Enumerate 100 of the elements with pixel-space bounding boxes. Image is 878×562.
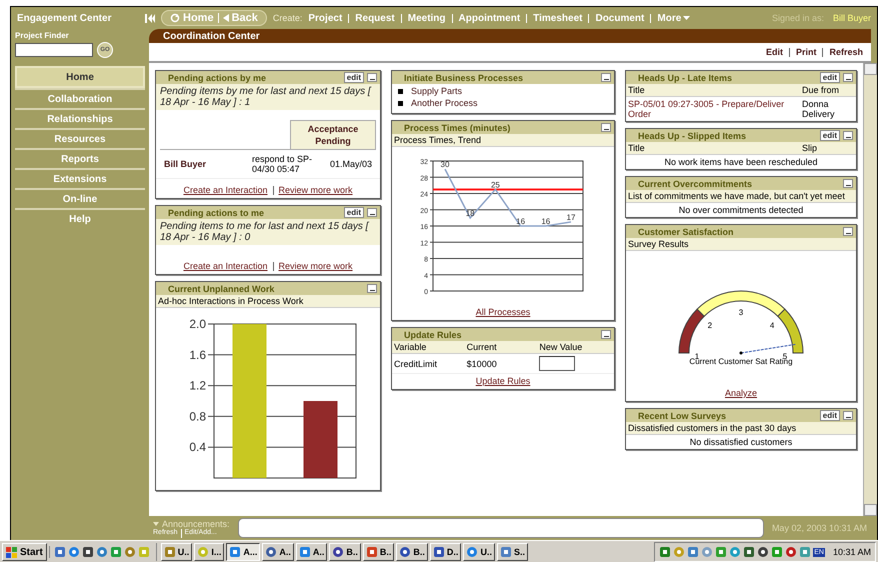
link[interactable]: Analyze (724, 388, 758, 398)
quick-launch-icon (124, 546, 136, 558)
window-icon (399, 546, 412, 558)
link[interactable]: Create an Interaction (183, 185, 268, 195)
link[interactable]: Review more work (278, 185, 353, 195)
edit-button[interactable]: edit (344, 72, 364, 83)
gauge-label: 2 (708, 320, 712, 330)
nav-item[interactable]: Home (15, 66, 145, 88)
taskbar-button[interactable]: A.. (296, 543, 328, 561)
taskbar-button[interactable]: B.. (329, 543, 361, 561)
taskbar-button[interactable]: A.. (262, 543, 294, 561)
toolbar-link[interactable]: Refresh (829, 47, 863, 57)
minimize-button[interactable] (601, 73, 611, 82)
back-arrow-icon (222, 14, 229, 22)
panel-title: Heads Up - Late Items (638, 72, 734, 82)
minimize-button[interactable] (367, 73, 377, 82)
taskbar-button[interactable]: D.. (430, 543, 462, 561)
minimize-button[interactable] (601, 123, 611, 132)
link[interactable]: Create an Interaction (183, 261, 268, 271)
taskbar-button[interactable]: I... (194, 543, 224, 561)
window-icon (432, 546, 445, 558)
window-icon (466, 546, 478, 558)
taskbar-button[interactable]: B.. (396, 543, 428, 561)
data-label: 30 (440, 160, 450, 170)
value-input[interactable] (539, 356, 576, 371)
column-header: Slip (802, 143, 818, 153)
empty-message: No over commitments detected (678, 204, 804, 217)
quick-launch-icon (68, 546, 80, 558)
window-icon (298, 546, 311, 558)
taskbar-button[interactable]: S.. (496, 543, 528, 561)
table-cell-text: $10000 (466, 358, 498, 368)
panel-title: Process Times (minutes) (404, 122, 512, 132)
window-icon (366, 546, 378, 558)
status-icon (729, 546, 742, 558)
toolbar-link[interactable]: Print (796, 47, 816, 57)
summary-text: Pending items to me for last and next 15 days [ 18 Apr - 16 May ] : 0 (156, 219, 380, 245)
taskbar-button[interactable]: A... (226, 543, 260, 561)
quick-launch-icon (138, 546, 150, 558)
edit-button[interactable]: edit (820, 410, 840, 421)
page-title: Coordination Center (163, 30, 260, 42)
taskbar-button[interactable]: B.. (362, 543, 394, 561)
edit-button[interactable]: edit (820, 72, 840, 83)
create-label: Create: (272, 13, 302, 23)
column-header: New Value (539, 342, 584, 352)
status-icon (673, 546, 686, 558)
window-icon (500, 546, 512, 558)
needle-pivot (740, 352, 742, 354)
panel-subtitle: Survey Results (626, 238, 856, 251)
quick-launch-icon (54, 546, 66, 558)
data-label: 16 (541, 217, 550, 226)
minimize-button[interactable] (843, 411, 853, 420)
edit-button[interactable]: edit (344, 207, 364, 218)
project-finder-field[interactable] (15, 43, 93, 57)
panel-title: Current Overcommitments (638, 178, 754, 188)
taskbar-button[interactable]: U.. (463, 543, 495, 561)
toolbar-link[interactable]: Edit (766, 47, 783, 57)
start-button[interactable]: Start (2, 543, 47, 561)
column-header: Due from (802, 85, 840, 95)
window-icon (164, 546, 176, 558)
collapse-icon[interactable] (145, 14, 155, 22)
panel-title: Customer Satisfaction (638, 226, 735, 236)
column-header: Variable (394, 342, 428, 352)
taskbar-button[interactable]: U.. (160, 543, 192, 561)
quick-launch-icon (82, 546, 94, 558)
minimize-button[interactable] (367, 208, 377, 217)
table-cell: 01.May/03 (330, 159, 372, 169)
announcement-field[interactable] (238, 518, 764, 538)
window-icon (332, 546, 344, 558)
table-cell-text: Bill Buyer (164, 159, 208, 169)
panel-title: Update Rules (404, 330, 463, 340)
windows-logo-icon (6, 546, 18, 558)
axis-label: 0.4 (189, 440, 206, 454)
panel-subtitle: Process Times, Trend (392, 134, 614, 147)
minimize-button[interactable] (601, 330, 611, 339)
minimize-button[interactable] (843, 73, 853, 82)
data-label: 16 (516, 217, 526, 226)
link[interactable]: Update Rules (476, 376, 530, 386)
minimize-button[interactable] (843, 179, 853, 188)
column-header: Acceptance Pending (290, 120, 376, 149)
link[interactable]: Review more work (278, 261, 353, 271)
scrollbar[interactable] (863, 63, 877, 516)
panel-subtitle: List of commitments we have made, but can't yet meet (626, 190, 856, 203)
status-icon (799, 546, 812, 558)
data-label: 17 (566, 212, 576, 222)
process-link[interactable]: Another Process (411, 98, 478, 109)
status-icon (785, 546, 798, 558)
minimize-button[interactable] (843, 227, 853, 236)
timestamp: May 02, 2003 10:31 AM (772, 523, 867, 533)
column-header: Title (628, 85, 646, 95)
process-link[interactable]: Supply Parts (411, 86, 462, 97)
empty-message: No dissatisfied customers (688, 436, 794, 449)
status-icon (743, 546, 756, 558)
edit-button[interactable]: edit (820, 130, 840, 141)
table-cell-text: respond to SP-04/30 05:47 (252, 154, 314, 174)
minimize-button[interactable] (843, 131, 853, 140)
link[interactable]: All Processes (476, 307, 530, 317)
panel-title: Current Unplanned Work (168, 284, 276, 294)
gauge-needle (740, 344, 797, 354)
minimize-button[interactable] (367, 284, 377, 293)
table-cell[interactable]: SP-05/01 09:27-3005 - Prepare/Deliver Order (628, 99, 802, 119)
